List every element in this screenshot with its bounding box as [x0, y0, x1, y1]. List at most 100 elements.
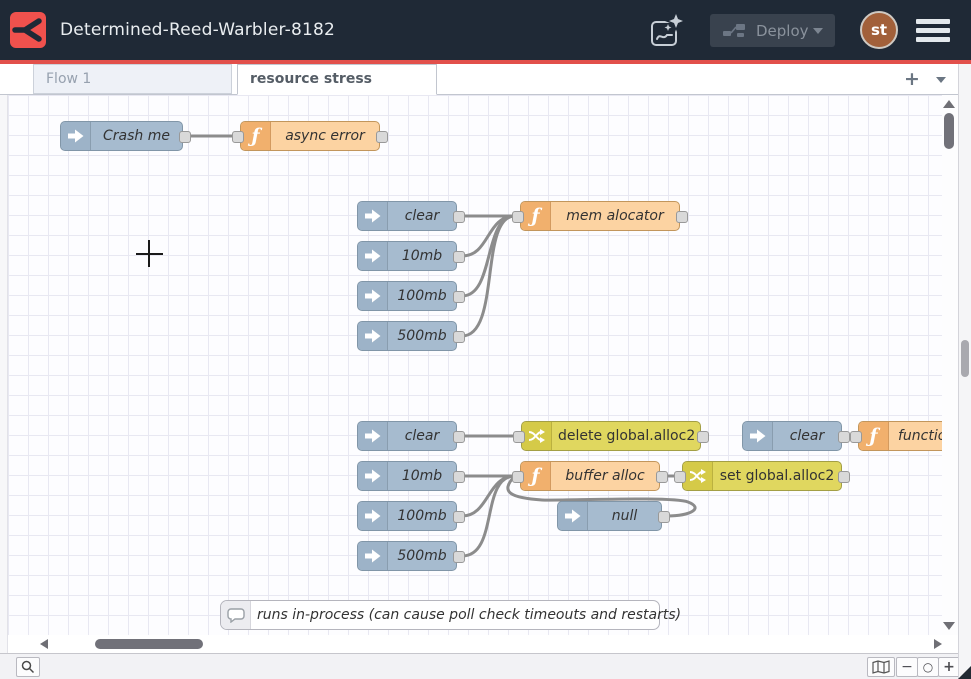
- menu-bar: [916, 28, 950, 33]
- flow-canvas[interactable]: Crash me ƒ async error clear 10mb 100mb: [8, 95, 958, 635]
- output-port[interactable]: [453, 551, 465, 563]
- input-port[interactable]: [512, 471, 524, 483]
- navigator-toggle-button[interactable]: [867, 657, 895, 677]
- node-label: clear: [773, 422, 841, 450]
- output-port[interactable]: [658, 511, 670, 523]
- window-scroll-thumb[interactable]: [961, 340, 969, 377]
- node-label: 500mb: [388, 542, 456, 570]
- ai-assistant-icon: [646, 13, 686, 49]
- crosshair-cursor: [148, 240, 150, 267]
- wire[interactable]: [462, 476, 515, 516]
- node-inject-500mb-b[interactable]: 500mb: [357, 541, 457, 571]
- zoom-in-button[interactable]: +: [938, 657, 960, 677]
- user-avatar[interactable]: st: [860, 11, 898, 49]
- add-flow-button[interactable]: +: [900, 66, 924, 92]
- node-label: 100mb: [388, 502, 456, 530]
- output-port[interactable]: [453, 511, 465, 523]
- function-icon: ƒ: [521, 202, 551, 230]
- node-label: clear: [388, 422, 456, 450]
- scroll-down-arrow[interactable]: [943, 622, 955, 630]
- wire[interactable]: [462, 216, 515, 256]
- ai-assistant-button[interactable]: [646, 13, 686, 49]
- output-port[interactable]: [179, 131, 191, 143]
- change-icon: [683, 462, 713, 490]
- vertical-scroll-thumb[interactable]: [944, 113, 954, 149]
- inject-icon: [358, 322, 388, 350]
- node-inject-clear[interactable]: clear: [357, 201, 457, 231]
- node-label: mem alocator: [551, 202, 679, 230]
- node-inject-10mb[interactable]: 10mb: [357, 241, 457, 271]
- flowfuse-editor-window: Determined-Reed-Warbler-8182 Deploy st: [0, 0, 971, 679]
- function-icon: ƒ: [521, 462, 551, 490]
- node-inject-clear-b[interactable]: clear: [357, 421, 457, 451]
- node-inject-crash-me[interactable]: Crash me: [60, 121, 183, 151]
- instance-title: Determined-Reed-Warbler-8182: [60, 0, 335, 60]
- function-icon: ƒ: [859, 422, 889, 450]
- inject-icon: [358, 282, 388, 310]
- zoom-out-button[interactable]: −: [896, 657, 918, 677]
- input-port[interactable]: [512, 211, 524, 223]
- node-inject-500mb[interactable]: 500mb: [357, 321, 457, 351]
- canvas-vertical-scrollbar[interactable]: [942, 95, 958, 635]
- deploy-button[interactable]: Deploy: [710, 14, 835, 47]
- node-label: buffer alloc: [551, 462, 659, 490]
- node-inject-null[interactable]: null: [557, 501, 662, 531]
- footer-toolbar: − ○ +: [0, 653, 971, 679]
- scroll-up-arrow[interactable]: [943, 100, 955, 108]
- input-port[interactable]: [850, 431, 862, 443]
- tab-resource-stress[interactable]: resource stress: [237, 64, 437, 95]
- input-port[interactable]: [232, 131, 244, 143]
- node-inject-10mb-b[interactable]: 10mb: [357, 461, 457, 491]
- node-inject-100mb[interactable]: 100mb: [357, 281, 457, 311]
- flow-list-button[interactable]: [936, 77, 946, 83]
- zoom-reset-button[interactable]: ○: [917, 657, 939, 677]
- canvas-horizontal-scrollbar[interactable]: [8, 635, 958, 653]
- chevron-down-icon: [936, 77, 946, 83]
- output-port[interactable]: [453, 331, 465, 343]
- node-label: 500mb: [388, 322, 456, 350]
- node-function-buffer-alloc[interactable]: ƒ buffer alloc: [520, 461, 660, 491]
- input-port[interactable]: [513, 431, 525, 443]
- output-port[interactable]: [697, 431, 709, 443]
- search-button[interactable]: [16, 657, 40, 677]
- output-port[interactable]: [453, 251, 465, 263]
- inject-icon: [558, 502, 588, 530]
- inject-icon: [358, 462, 388, 490]
- inject-icon: [358, 242, 388, 270]
- wires-layer[interactable]: [8, 95, 958, 635]
- deploy-caret-icon[interactable]: [813, 28, 823, 34]
- node-label: async error: [271, 122, 379, 150]
- hamburger-menu-button[interactable]: [916, 19, 950, 42]
- node-inject-100mb-b[interactable]: 100mb: [357, 501, 457, 531]
- resize-corner: [958, 666, 971, 679]
- inject-icon: [61, 122, 91, 150]
- output-port[interactable]: [676, 211, 688, 223]
- node-label: clear: [388, 202, 456, 230]
- output-port[interactable]: [656, 471, 668, 483]
- node-inject-clear-2[interactable]: clear: [742, 421, 842, 451]
- node-function-mem-alocator[interactable]: ƒ mem alocator: [520, 201, 680, 231]
- output-port[interactable]: [453, 431, 465, 443]
- node-function-async-error[interactable]: ƒ async error: [240, 121, 380, 151]
- output-port[interactable]: [453, 211, 465, 223]
- flow-tab-bar: Flow 1 resource stress +: [0, 64, 958, 95]
- node-label: delete global.alloc2: [552, 422, 701, 450]
- header-bar: Determined-Reed-Warbler-8182 Deploy st: [0, 0, 971, 60]
- output-port[interactable]: [376, 131, 388, 143]
- map-icon: [872, 660, 890, 674]
- scroll-left-arrow[interactable]: [40, 639, 48, 649]
- window-vertical-scrollbar[interactable]: [958, 64, 971, 679]
- node-change-delete-global-alloc2[interactable]: delete global.alloc2: [521, 421, 701, 451]
- input-port[interactable]: [674, 471, 686, 483]
- output-port[interactable]: [453, 471, 465, 483]
- search-icon: [21, 660, 35, 674]
- flowfuse-logo-icon[interactable]: [10, 12, 46, 48]
- tab-flow-1[interactable]: Flow 1: [33, 64, 232, 94]
- node-comment[interactable]: runs in-process (can cause poll check ti…: [220, 600, 660, 630]
- node-change-set-global-alloc2[interactable]: set global.alloc2: [682, 461, 842, 491]
- output-port[interactable]: [838, 431, 850, 443]
- horizontal-scroll-thumb[interactable]: [95, 639, 203, 649]
- output-port[interactable]: [453, 291, 465, 303]
- scroll-right-arrow[interactable]: [934, 639, 942, 649]
- output-port[interactable]: [838, 471, 850, 483]
